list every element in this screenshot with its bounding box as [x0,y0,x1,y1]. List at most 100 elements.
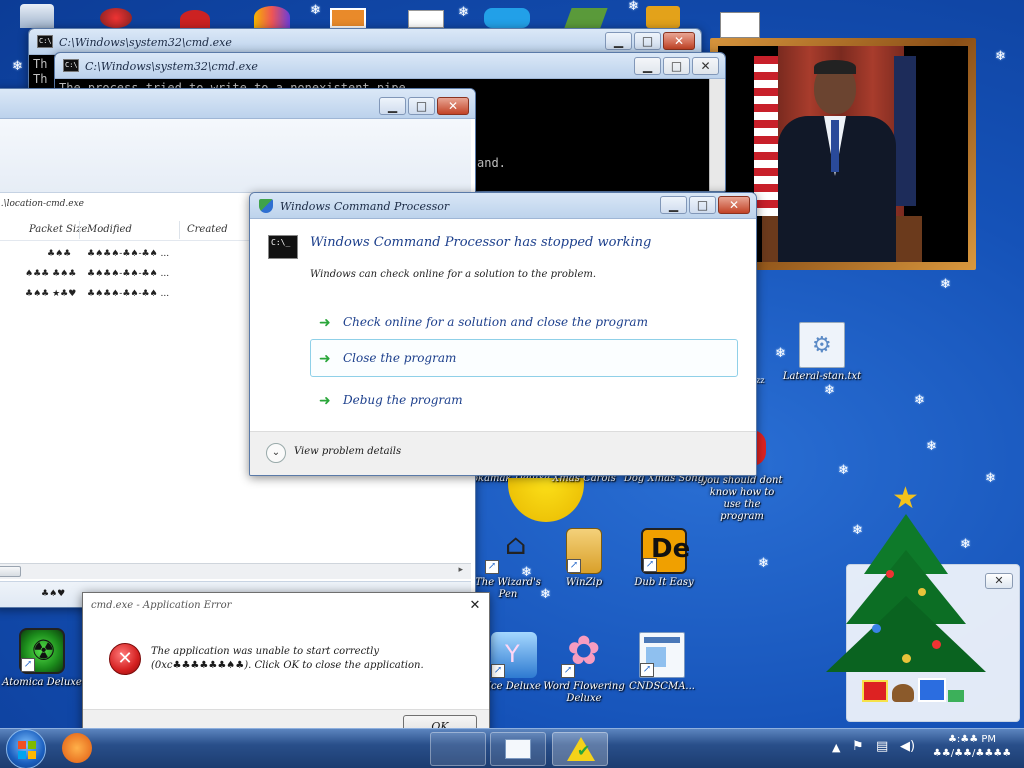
clock[interactable]: ♣:♣♣ PM ♣♣/♣♣/♣♣♣♣ [926,733,1018,761]
desktop-icon-lateral[interactable]: ⚙ Lateral-stan.txt [780,322,864,383]
gadget-close-button[interactable]: ✕ [985,573,1013,589]
column-header-created[interactable]: Created [187,219,228,241]
windows-logo-icon [18,741,36,759]
column-header-modified[interactable]: Modified [87,219,132,241]
window-title: cmd.exe - Application Error [91,600,232,611]
app-icon[interactable] [564,8,608,28]
table-row[interactable]: ♠♣♣ ♣♠♣ ♣♠♣♠-♣♠-♣♠ ... [0,265,255,285]
view-details-toggle[interactable]: ⌄ View problem details [266,443,466,465]
action-center-icon[interactable]: ⚑ [852,739,864,754]
close-button[interactable]: ✕ [437,97,469,115]
star-icon: ★ [892,481,919,516]
crash-dialog-titlebar[interactable]: Windows Command Processor ▁ □ ✕ [250,193,756,219]
start-button[interactable] [6,729,46,768]
desktop-icon-word-flowering[interactable]: ✿ ↗ Word Flowering Deluxe [542,628,626,705]
cell-modified: ♣♠♣♠-♣♠-♣♠ ... [87,289,170,299]
cell-modified: ♣♠♣♠-♣♠-♣♠ ... [87,269,170,279]
desktop-icon-winzip[interactable]: ↗ WinZip [542,528,626,589]
shortcut-arrow-icon: ↗ [485,560,499,574]
volume-icon[interactable]: ◀) [900,739,915,754]
close-icon: ✕ [469,598,481,613]
desktop-partial-icons: zz [756,376,765,385]
desktop-icon-wizard-pen[interactable]: ⌂ ↗ The Wizard's Pen [466,528,550,601]
shield-check-icon [259,199,273,213]
close-button[interactable]: ✕ [663,32,695,50]
check-online-option[interactable]: ➜ Check online for a solution and close … [310,303,738,341]
desktop-icon-atomica[interactable]: ☢ ↗ Atomica Deluxe [0,628,84,689]
crash-dialog-footer: ⌄ View problem details [250,431,756,475]
winzip-icon: ↗ [566,528,602,574]
taskbar-item-partial[interactable] [430,732,486,766]
close-button[interactable]: ✕ [718,196,750,214]
taskbar-item-crash[interactable]: ✔ [552,732,608,766]
maximize-button[interactable]: □ [634,32,661,50]
scroll-right-icon[interactable]: ▸ [458,565,463,575]
error-message: The application was unable to start corr… [151,646,424,671]
shortcut-arrow-icon: ↗ [643,558,657,572]
close-button[interactable]: ✕ [465,597,485,615]
debug-program-option[interactable]: ➜ Debug the program [310,381,738,419]
close-icon: ✕ [673,34,685,48]
person-tie [831,120,839,172]
app-icon[interactable] [254,6,290,28]
app-icon[interactable] [100,8,132,28]
desktop-icon-label: WinZip [565,577,603,588]
option-label: Debug the program [343,393,463,407]
console-scrollbar[interactable] [709,79,725,191]
cell-size: ♣♠♣ ★♣♥ [25,289,77,299]
minimize-button[interactable]: ▁ [379,97,406,115]
window-app-icon: ↗ [639,632,685,678]
cell-size: ♠♣♣ ♣♠♣ [25,269,77,279]
window-title: Windows Command Processor [280,200,450,213]
cell-modified: ♣♠♣♠-♣♠-♣♠ ... [87,249,170,259]
desktop-icon-cndscma[interactable]: ↗ CNDSCMA... [620,632,704,693]
app-icon[interactable] [330,8,366,28]
table-row[interactable]: ♣♠♣ ♣♠♣♠-♣♠-♣♠ ... [0,245,255,265]
error-icon: ✕ [109,643,141,675]
minimize-icon: ▁ [642,59,653,73]
top-icons-row [18,0,760,38]
app-icon[interactable] [720,12,760,38]
clock-time: ♣:♣♣ PM [947,734,997,745]
app-icon[interactable] [180,10,210,28]
shortcut-arrow-icon: ↗ [561,664,575,678]
shortcut-arrow-icon: ↗ [567,559,581,573]
app-icon[interactable] [484,8,530,28]
view-details-label: View problem details [294,446,402,457]
close-button[interactable]: ✕ [692,57,719,75]
flag-left [754,56,778,216]
desktop-icon-dub-it[interactable]: De ↗ Dub It Easy [622,528,706,589]
clock-date: ♣♣/♣♣/♣♣♣♣ [932,748,1012,759]
flower-icon: ✿ ↗ [561,628,607,678]
app-icon[interactable] [646,6,680,28]
show-hidden-icons-button[interactable]: ▲ [832,741,840,754]
taskbar: ✔ ▲ ⚑ ▤ ◀) ♣:♣♣ PM ♣♣/♣♣/♣♣♣♣ [0,728,1024,768]
maximize-button[interactable]: □ [663,57,690,75]
maximize-icon: □ [696,198,709,212]
maximize-button[interactable]: □ [408,97,435,115]
table-row[interactable]: ♣♠♣ ★♣♥ ♣♠♣♠-♣♠-♣♠ ... [0,285,255,305]
cmd-window-front-titlebar[interactable]: C:\ C:\Windows\system32\cmd.exe ▁ □ ✕ [55,53,725,79]
maximize-button[interactable]: □ [689,196,716,214]
ice-icon: Y ↗ [491,632,537,678]
desktop-icon-label: Lateral-stan.txt [782,371,862,382]
close-program-option[interactable]: ➜ Close the program [310,339,738,377]
explorer-titlebar[interactable]: ▁ □ ✕ [0,89,475,119]
close-icon: ✕ [447,99,459,113]
close-icon: ✕ [728,198,740,212]
minimize-button[interactable]: ▁ [605,32,632,50]
crash-dialog[interactable]: Windows Command Processor ▁ □ ✕ C:\_ Win… [249,192,757,476]
cmd-app-icon: C:\ [37,35,53,48]
crash-dialog-body: C:\_ Windows Command Processor has stopp… [250,219,756,431]
taskbar-item-window[interactable] [490,732,546,766]
app-icon[interactable] [408,10,444,28]
minimize-button[interactable]: ▁ [634,57,661,75]
minimize-button[interactable]: ▁ [660,196,687,214]
network-icon[interactable]: ▤ [876,739,888,754]
shortcut-arrow-icon: ↗ [491,664,505,678]
horizontal-scrollbar[interactable]: ▸ [0,563,471,579]
error-dialog-titlebar[interactable]: cmd.exe - Application Error ✕ [83,593,489,619]
recycle-bin-icon[interactable] [20,4,54,28]
system-tray: ▲ ⚑ ▤ ◀) ♣:♣♣ PM ♣♣/♣♣/♣♣♣♣ [828,729,1024,768]
taskbar-firefox[interactable] [62,733,92,763]
